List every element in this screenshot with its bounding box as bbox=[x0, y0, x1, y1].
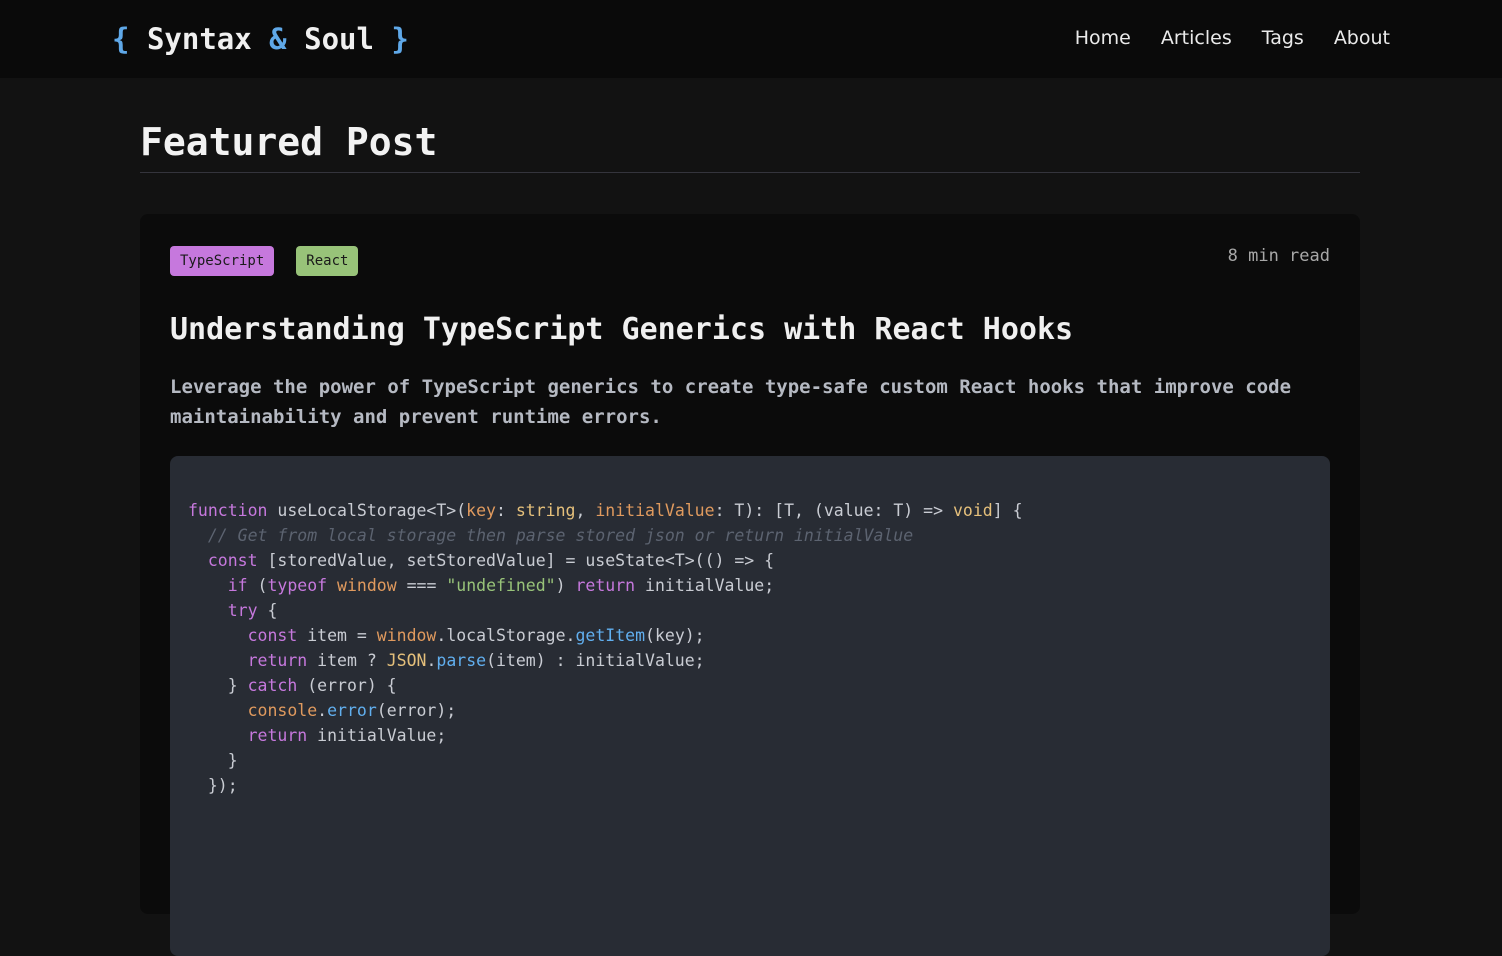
code-token: === bbox=[396, 576, 447, 595]
nav-link-tags[interactable]: Tags bbox=[1262, 24, 1304, 52]
code-token: . bbox=[436, 626, 447, 645]
site-logo[interactable]: { Syntax & Soul } bbox=[112, 19, 409, 59]
code-token: string bbox=[515, 501, 576, 520]
featured-post-card[interactable]: TypeScript React 8 min read Understandin… bbox=[140, 214, 1360, 956]
code-token: return bbox=[247, 651, 308, 670]
logo-close-brace: } bbox=[391, 22, 409, 56]
tag-react[interactable]: React bbox=[296, 246, 359, 276]
code-token: return bbox=[575, 576, 636, 595]
code-token: getItem bbox=[575, 626, 646, 645]
code-token: try bbox=[227, 601, 258, 620]
logo-word-soul: Soul bbox=[304, 22, 374, 56]
code-token: window bbox=[337, 576, 397, 595]
code-line: return initialValue; bbox=[188, 723, 1312, 748]
code-token: error bbox=[327, 701, 377, 720]
code-token: : T): [T, (value: T) => bbox=[714, 501, 953, 520]
code-token: catch bbox=[247, 676, 298, 695]
main-nav: Home Articles Tags About bbox=[1075, 24, 1390, 52]
post-tags: TypeScript React bbox=[170, 246, 1330, 276]
code-token: const bbox=[247, 626, 298, 645]
code-line: try { bbox=[188, 598, 1312, 623]
code-line: // Get from local storage then parse sto… bbox=[188, 523, 1312, 548]
code-token: item = bbox=[297, 626, 377, 645]
code-token: key bbox=[466, 501, 496, 520]
code-token: item ? bbox=[307, 651, 387, 670]
code-line: const item = window.localStorage.getItem… bbox=[188, 623, 1312, 648]
code-token: initialValue; bbox=[635, 576, 775, 595]
code-token: }); bbox=[188, 776, 238, 795]
code-token: function bbox=[188, 501, 268, 520]
logo-ampersand: & bbox=[269, 22, 287, 56]
code-line: function useLocalStorage<T>(key: string,… bbox=[188, 498, 1312, 523]
code-token: { bbox=[257, 601, 278, 620]
code-token: window bbox=[376, 626, 437, 645]
code-token: "undefined" bbox=[446, 576, 556, 595]
code-token: console bbox=[247, 701, 318, 720]
nav-link-articles[interactable]: Articles bbox=[1161, 24, 1232, 52]
code-token: initialValue; bbox=[307, 726, 447, 745]
code-token: ( bbox=[247, 576, 268, 595]
main-content: Featured Post TypeScript React 8 min rea… bbox=[140, 78, 1360, 956]
code-token: return bbox=[247, 726, 308, 745]
read-time: 8 min read bbox=[1227, 246, 1330, 266]
section-title: Featured Post bbox=[140, 78, 1360, 173]
code-token: : bbox=[495, 501, 516, 520]
site-header: { Syntax & Soul } Home Articles Tags Abo… bbox=[0, 0, 1502, 78]
code-token: . bbox=[317, 701, 328, 720]
code-line: console.error(error); bbox=[188, 698, 1312, 723]
code-token: } bbox=[188, 676, 248, 695]
code-token: . bbox=[565, 626, 576, 645]
code-token: (error); bbox=[376, 701, 457, 720]
logo-word-syntax: Syntax bbox=[146, 22, 252, 56]
code-token: } bbox=[188, 751, 238, 770]
code-line: }); bbox=[188, 773, 1312, 798]
code-token: (item) : initialValue; bbox=[486, 651, 705, 670]
code-token: ] { bbox=[992, 501, 1023, 520]
code-line: if (typeof window === "undefined") retur… bbox=[188, 573, 1312, 598]
code-token: // Get from local storage then parse sto… bbox=[207, 526, 914, 545]
code-token: ) bbox=[555, 576, 576, 595]
code-token: typeof bbox=[267, 576, 328, 595]
code-token: const bbox=[207, 551, 258, 570]
post-title[interactable]: Understanding TypeScript Generics with R… bbox=[170, 310, 1330, 350]
nav-link-about[interactable]: About bbox=[1334, 24, 1390, 52]
code-token: [storedValue, setStoredValue] = useState… bbox=[257, 551, 775, 570]
code-token: parse bbox=[436, 651, 487, 670]
code-token: void bbox=[952, 501, 993, 520]
code-token: initialValue bbox=[595, 501, 715, 520]
code-token: localStorage bbox=[446, 626, 566, 645]
nav-link-home[interactable]: Home bbox=[1075, 24, 1131, 52]
code-token: (error) { bbox=[297, 676, 397, 695]
code-token: JSON bbox=[386, 651, 427, 670]
post-description: Leverage the power of TypeScript generic… bbox=[170, 376, 1292, 428]
code-line: } catch (error) { bbox=[188, 673, 1312, 698]
code-token: useLocalStorage<T>( bbox=[267, 501, 467, 520]
code-token: (key); bbox=[645, 626, 705, 645]
code-line: return item ? JSON.parse(item) : initial… bbox=[188, 648, 1312, 673]
code-line: const [storedValue, setStoredValue] = us… bbox=[188, 548, 1312, 573]
tag-typescript[interactable]: TypeScript bbox=[170, 246, 275, 276]
logo-open-brace: { bbox=[112, 22, 130, 56]
code-line: } bbox=[188, 748, 1312, 773]
code-token: , bbox=[575, 501, 596, 520]
code-block: function useLocalStorage<T>(key: string,… bbox=[170, 456, 1330, 956]
code-token: if bbox=[227, 576, 248, 595]
code-token: . bbox=[426, 651, 437, 670]
